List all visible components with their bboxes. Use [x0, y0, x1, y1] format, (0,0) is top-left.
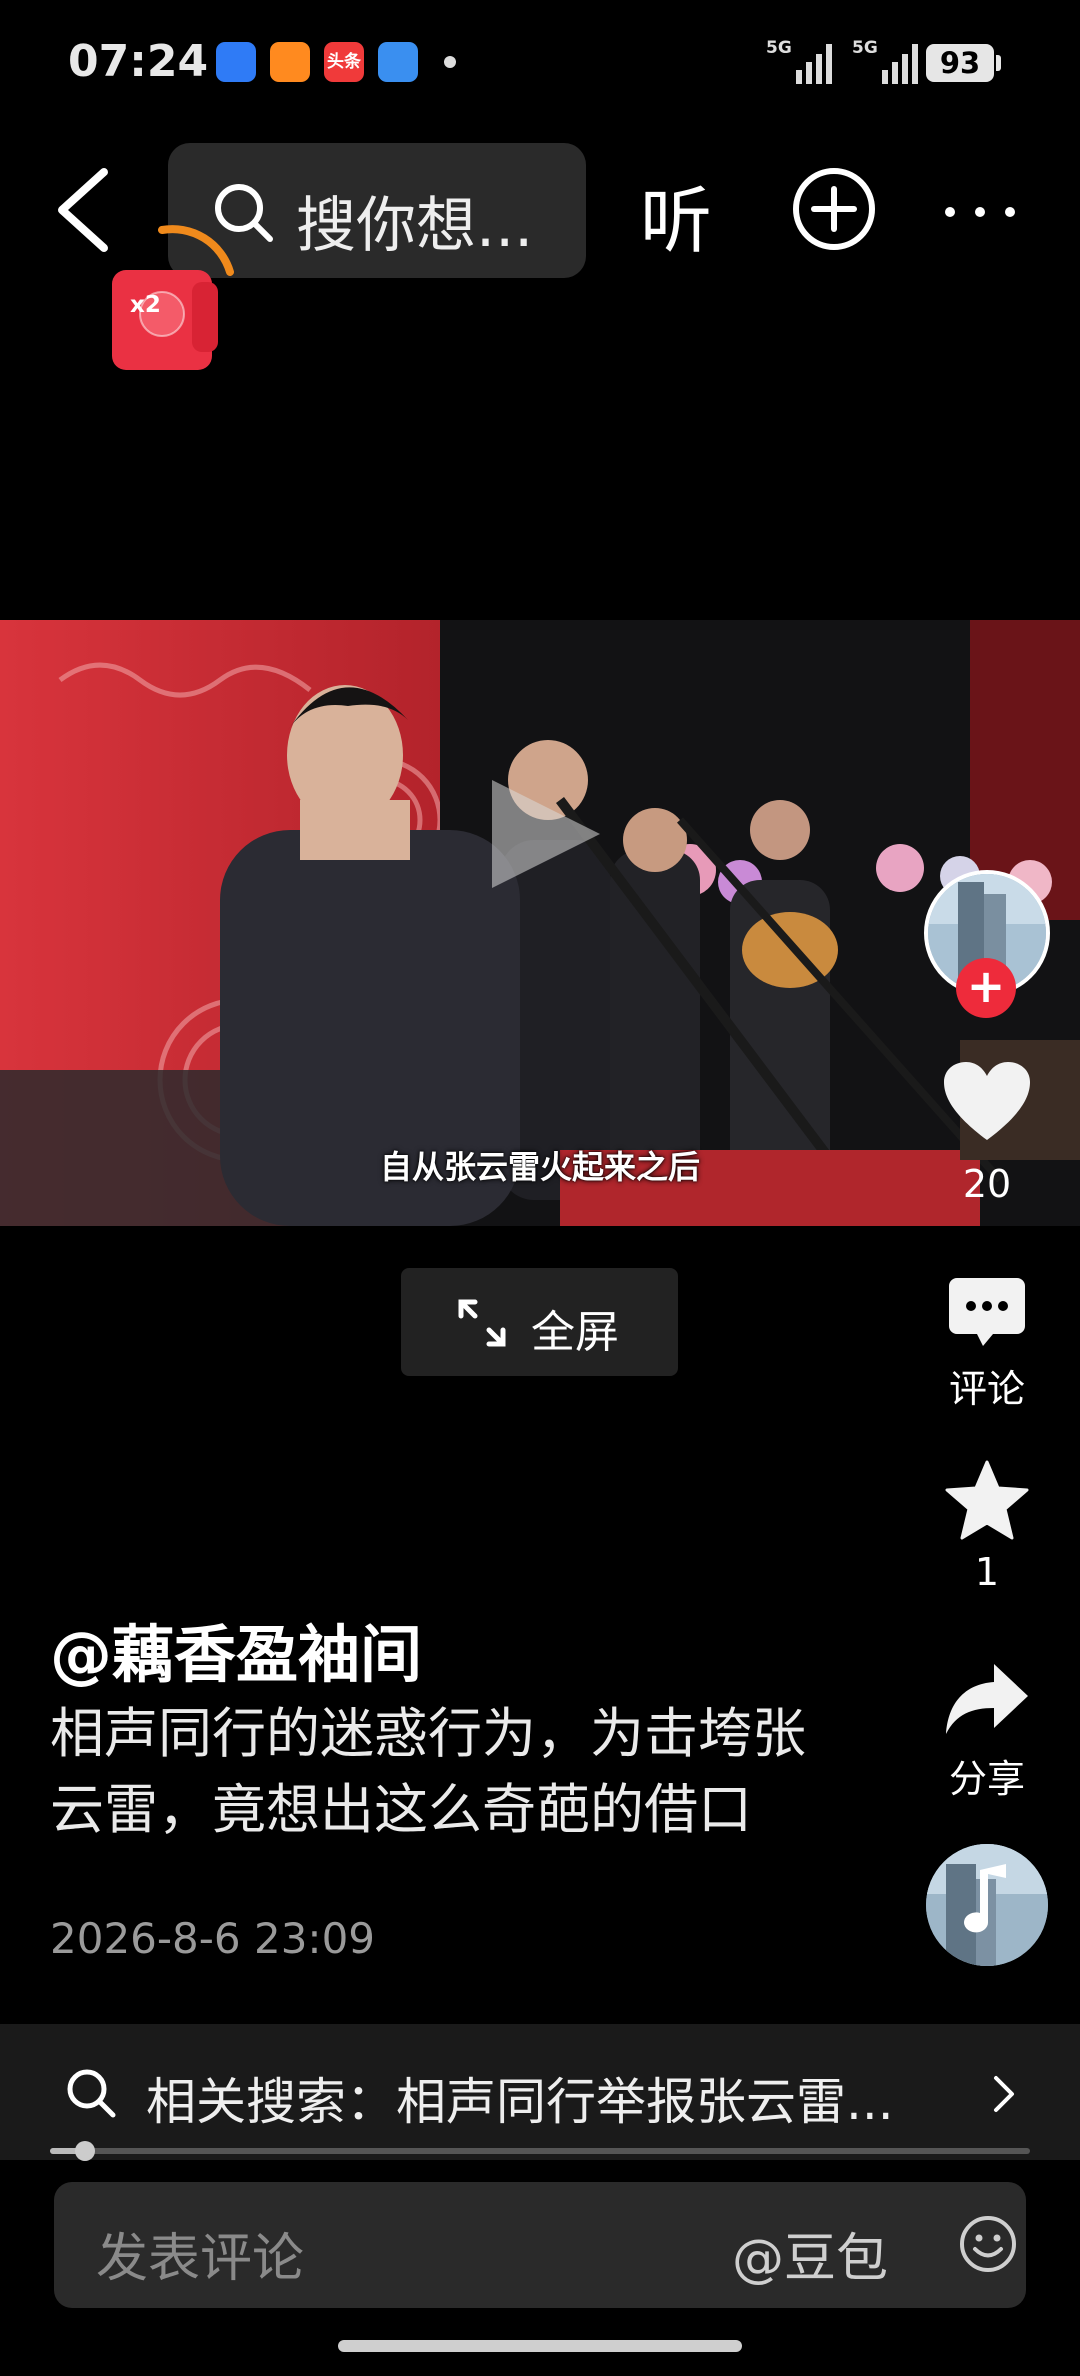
- favorite-button[interactable]: 1: [924, 1460, 1050, 1594]
- music-disc[interactable]: [926, 1844, 1048, 1966]
- post-description: 相声同行的迷惑行为，为击垮张云雷，竟想出这么奇葩的借口: [50, 1702, 806, 1841]
- status-time: 07:24: [68, 36, 209, 87]
- browser-app-icon: [216, 42, 256, 82]
- comment-label: 评论: [948, 1367, 1025, 1411]
- post-date: 2026-8-6 23:09: [50, 1914, 376, 1963]
- listen-button[interactable]: 听: [640, 162, 712, 267]
- comment-input[interactable]: 发表评论 @豆包: [54, 2182, 1026, 2308]
- add-button[interactable]: [789, 164, 879, 258]
- red-packet-multiplier: x2: [130, 292, 161, 318]
- follow-button[interactable]: +: [956, 958, 1016, 1018]
- star-icon: [945, 1460, 1029, 1540]
- like-count: 20: [962, 1162, 1012, 1206]
- notification-dot: [444, 56, 456, 68]
- red-packet-reward[interactable]: [110, 222, 234, 370]
- toutiao-app-icon: 头条: [324, 42, 364, 82]
- video-player[interactable]: [0, 620, 1080, 1226]
- mention-doubao-button[interactable]: @豆包: [732, 2216, 888, 2291]
- video-subtitle: 自从张云雷火起来之后: [379, 1148, 700, 1186]
- like-button[interactable]: [924, 1060, 1050, 1148]
- comment-button[interactable]: 评论: [924, 1276, 1050, 1413]
- status-bar: 07:24 头条 5G 5G 93: [0, 0, 1080, 130]
- battery-tip: [996, 55, 1001, 71]
- video-frame: [0, 620, 1080, 1226]
- back-button[interactable]: [48, 160, 118, 260]
- related-search-text: 相关搜索：相声同行举报张云雷...: [146, 2073, 894, 2131]
- video-progress-bar[interactable]: [50, 2141, 1030, 2161]
- favorite-count: 1: [974, 1550, 1000, 1594]
- more-dots-icon: [945, 207, 1015, 217]
- signal-icon-1: 5G: [766, 38, 836, 84]
- weather-app-icon: [378, 42, 418, 82]
- video-app-icon: [270, 42, 310, 82]
- comment-icon: [949, 1278, 1025, 1346]
- share-button[interactable]: 分享: [924, 1660, 1050, 1803]
- music-note-icon: [926, 1844, 1048, 1966]
- comment-placeholder: 发表评论: [96, 2229, 305, 2289]
- fullscreen-label: 全屏: [531, 1307, 619, 1358]
- plus-circle-icon: [793, 168, 875, 250]
- search-icon: [67, 2069, 116, 2118]
- emoji-icon[interactable]: [958, 2214, 1018, 2274]
- related-search-bar[interactable]: 相关搜索：相声同行举报张云雷...: [0, 2024, 1080, 2160]
- search-placeholder: 搜你想...: [296, 191, 534, 261]
- author-name[interactable]: @藕香盈袖间: [50, 1604, 422, 1694]
- home-indicator[interactable]: [338, 2340, 742, 2352]
- more-button[interactable]: [940, 192, 1020, 232]
- chevron-right-icon: [994, 2076, 1014, 2112]
- signal-icon-2: 5G: [852, 38, 922, 84]
- share-icon: [946, 1664, 1028, 1734]
- share-label: 分享: [948, 1757, 1025, 1801]
- battery-indicator: 93: [926, 44, 994, 82]
- fullscreen-button[interactable]: 全屏: [401, 1268, 678, 1376]
- chevron-left-icon: [58, 168, 108, 252]
- expand-icon: [458, 1299, 506, 1347]
- heart-icon: [944, 1062, 1030, 1140]
